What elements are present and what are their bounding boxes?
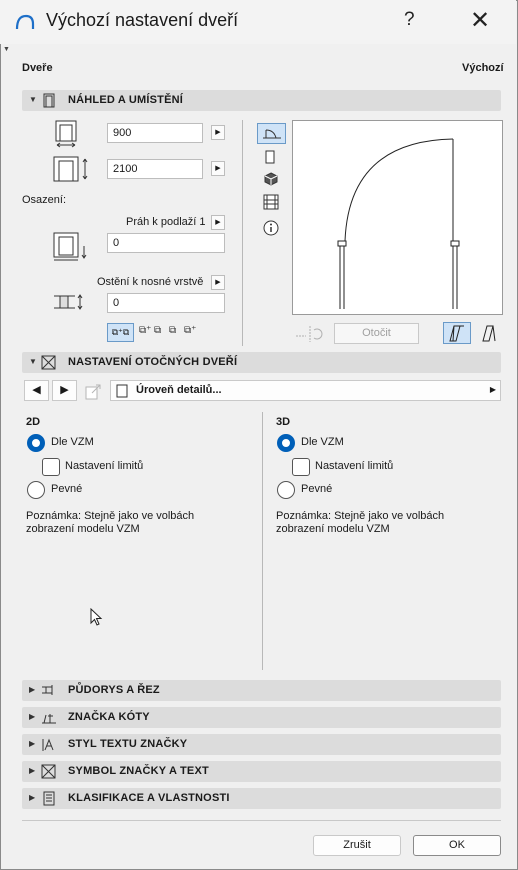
radio-3d-fixed-label: Pevné: [301, 483, 333, 495]
checkbox-3d-limits-label: Nastavení limitů: [315, 460, 394, 472]
radio-2d-model-label: Dle VZM: [51, 436, 94, 448]
expand-right-icon: ▶: [29, 766, 36, 775]
panel-3d-note-line1: Poznámka: Stejně jako ve volbách: [276, 510, 445, 522]
detail-level-label: Úroveň detailů...: [136, 384, 222, 396]
section-swing-settings[interactable]: ▼ NASTAVENÍ OTOČNÝCH DVEŘÍ: [22, 352, 501, 373]
osazeni-label: Osazení:: [22, 194, 67, 206]
panel-2d-heading: 2D: [26, 416, 41, 428]
sill-height-icon: [53, 232, 87, 261]
expand-right-icon: ▶: [29, 793, 36, 802]
settings-profile-label: Výchozí: [462, 62, 504, 74]
floorplan-section-icon: [42, 685, 53, 695]
info-icon[interactable]: [263, 220, 279, 236]
opening-side-1-button[interactable]: [443, 322, 471, 344]
opening-side-2-icon[interactable]: [477, 323, 501, 343]
vertical-divider: [242, 120, 243, 346]
panel-2d-note-line1: Poznámka: Stejně jako ve volbách: [26, 510, 195, 522]
anchor-option-5-icon[interactable]: ⧉⁺: [184, 325, 196, 336]
anchor-option-2-icon[interactable]: ⧉⁺: [139, 325, 151, 336]
floor-plan-view-button[interactable]: [257, 123, 286, 144]
height-input[interactable]: 2100: [107, 159, 203, 179]
rotate-button[interactable]: Otočit: [334, 323, 419, 344]
panel-3d-heading: 3D: [276, 416, 291, 428]
radio-2d-model[interactable]: [27, 434, 45, 452]
expand-down-icon: ▼: [29, 95, 37, 104]
page-icon: [116, 384, 128, 398]
anchor-option-3-icon[interactable]: ⧉: [154, 325, 161, 336]
dropdown-arrow-icon: ▶: [489, 385, 496, 394]
expand-right-icon: ▶: [29, 739, 36, 748]
classification-list-icon: [43, 791, 55, 806]
help-button[interactable]: ?: [404, 9, 415, 31]
mouse-cursor-icon: [90, 608, 103, 626]
panel-3d-note-line2: zobrazení modelu VZM: [276, 523, 390, 535]
previous-page-button[interactable]: ◀: [24, 380, 49, 401]
sill-reference-arrow-icon[interactable]: ▶: [211, 215, 225, 230]
anchor-option-4-icon[interactable]: ⧉: [169, 325, 176, 336]
height-menu-arrow-icon[interactable]: ▶: [211, 161, 225, 176]
text-style-icon: [42, 738, 54, 751]
list-view-icon[interactable]: [262, 194, 280, 210]
reveal-reference-label: Ostění k nosné vrstvě: [97, 276, 204, 288]
section-marker-symbol[interactable]: ▶ SYMBOL ZNAČKY A TEXT: [22, 761, 501, 782]
ok-button[interactable]: OK: [413, 835, 501, 856]
width-input[interactable]: 900: [107, 123, 203, 143]
element-type-label: Dveře: [22, 62, 53, 74]
app-logo-icon: [15, 14, 35, 30]
section-preview-placement[interactable]: ▼ NÁHLED A UMÍSTĚNÍ: [22, 90, 501, 111]
sill-height-input[interactable]: 0: [107, 233, 225, 253]
dialog-title: Výchozí nastavení dveří: [46, 10, 239, 30]
radio-3d-fixed[interactable]: [277, 481, 295, 499]
section-dimension-marker[interactable]: ▶ ZNAČKA KÓTY: [22, 707, 501, 728]
next-page-button[interactable]: ▶: [52, 380, 77, 401]
swing-settings-icon: [41, 355, 56, 370]
detail-level-dropdown[interactable]: Úroveň detailů... ▶: [110, 380, 501, 401]
close-button[interactable]: ✕: [470, 6, 490, 35]
door-width-icon: [55, 120, 77, 148]
sill-reference-label: Práh k podlaží 1: [126, 216, 206, 228]
elevation-view-icon[interactable]: [265, 150, 277, 164]
marker-symbol-icon: [41, 764, 56, 779]
footer-divider: [22, 820, 501, 821]
expand-right-icon: ▶: [29, 685, 36, 694]
radio-2d-fixed-label: Pevné: [51, 483, 83, 495]
floor-plan-icon: [263, 129, 281, 139]
panel-2d-note-line2: zobrazení modelu VZM: [26, 523, 140, 535]
export-page-icon[interactable]: [84, 382, 104, 400]
checkbox-2d-limits[interactable]: [42, 458, 60, 476]
section-floorplan-section[interactable]: ▶ PŮDORYS A ŘEZ: [22, 680, 501, 701]
door-preview-canvas: [292, 120, 503, 315]
radio-2d-fixed[interactable]: [27, 481, 45, 499]
door-section-icon: [43, 93, 55, 108]
checkbox-2d-limits-label: Nastavení limitů: [65, 460, 144, 472]
expand-down-icon: ▼: [29, 357, 37, 366]
reveal-reference-arrow-icon[interactable]: ▶: [211, 275, 225, 290]
expand-right-icon: ▶: [29, 712, 36, 721]
anchor-option-1-icon[interactable]: ⧉⁺⧉: [107, 323, 134, 342]
3d-view-icon[interactable]: [264, 172, 278, 186]
reveal-depth-icon: [54, 294, 83, 310]
door-plan-drawing: [337, 138, 460, 309]
reveal-depth-input[interactable]: 0: [107, 293, 225, 313]
mirror-icon: [296, 326, 323, 342]
door-height-icon: [53, 156, 88, 182]
radio-3d-model[interactable]: [277, 434, 295, 452]
section-classification[interactable]: ▶ KLASIFIKACE A VLASTNOSTI: [22, 788, 501, 809]
panel-divider: [262, 412, 263, 670]
collapse-marker-icon: ▼: [3, 46, 10, 53]
section-marker-text-style[interactable]: ▶ STYL TEXTU ZNAČKY: [22, 734, 501, 755]
opening-side-1-icon: [449, 325, 464, 342]
radio-3d-model-label: Dle VZM: [301, 436, 344, 448]
width-menu-arrow-icon[interactable]: ▶: [211, 125, 225, 140]
cancel-button[interactable]: Zrušit: [313, 835, 401, 856]
checkbox-3d-limits[interactable]: [292, 458, 310, 476]
dimension-marker-icon: [42, 714, 56, 724]
